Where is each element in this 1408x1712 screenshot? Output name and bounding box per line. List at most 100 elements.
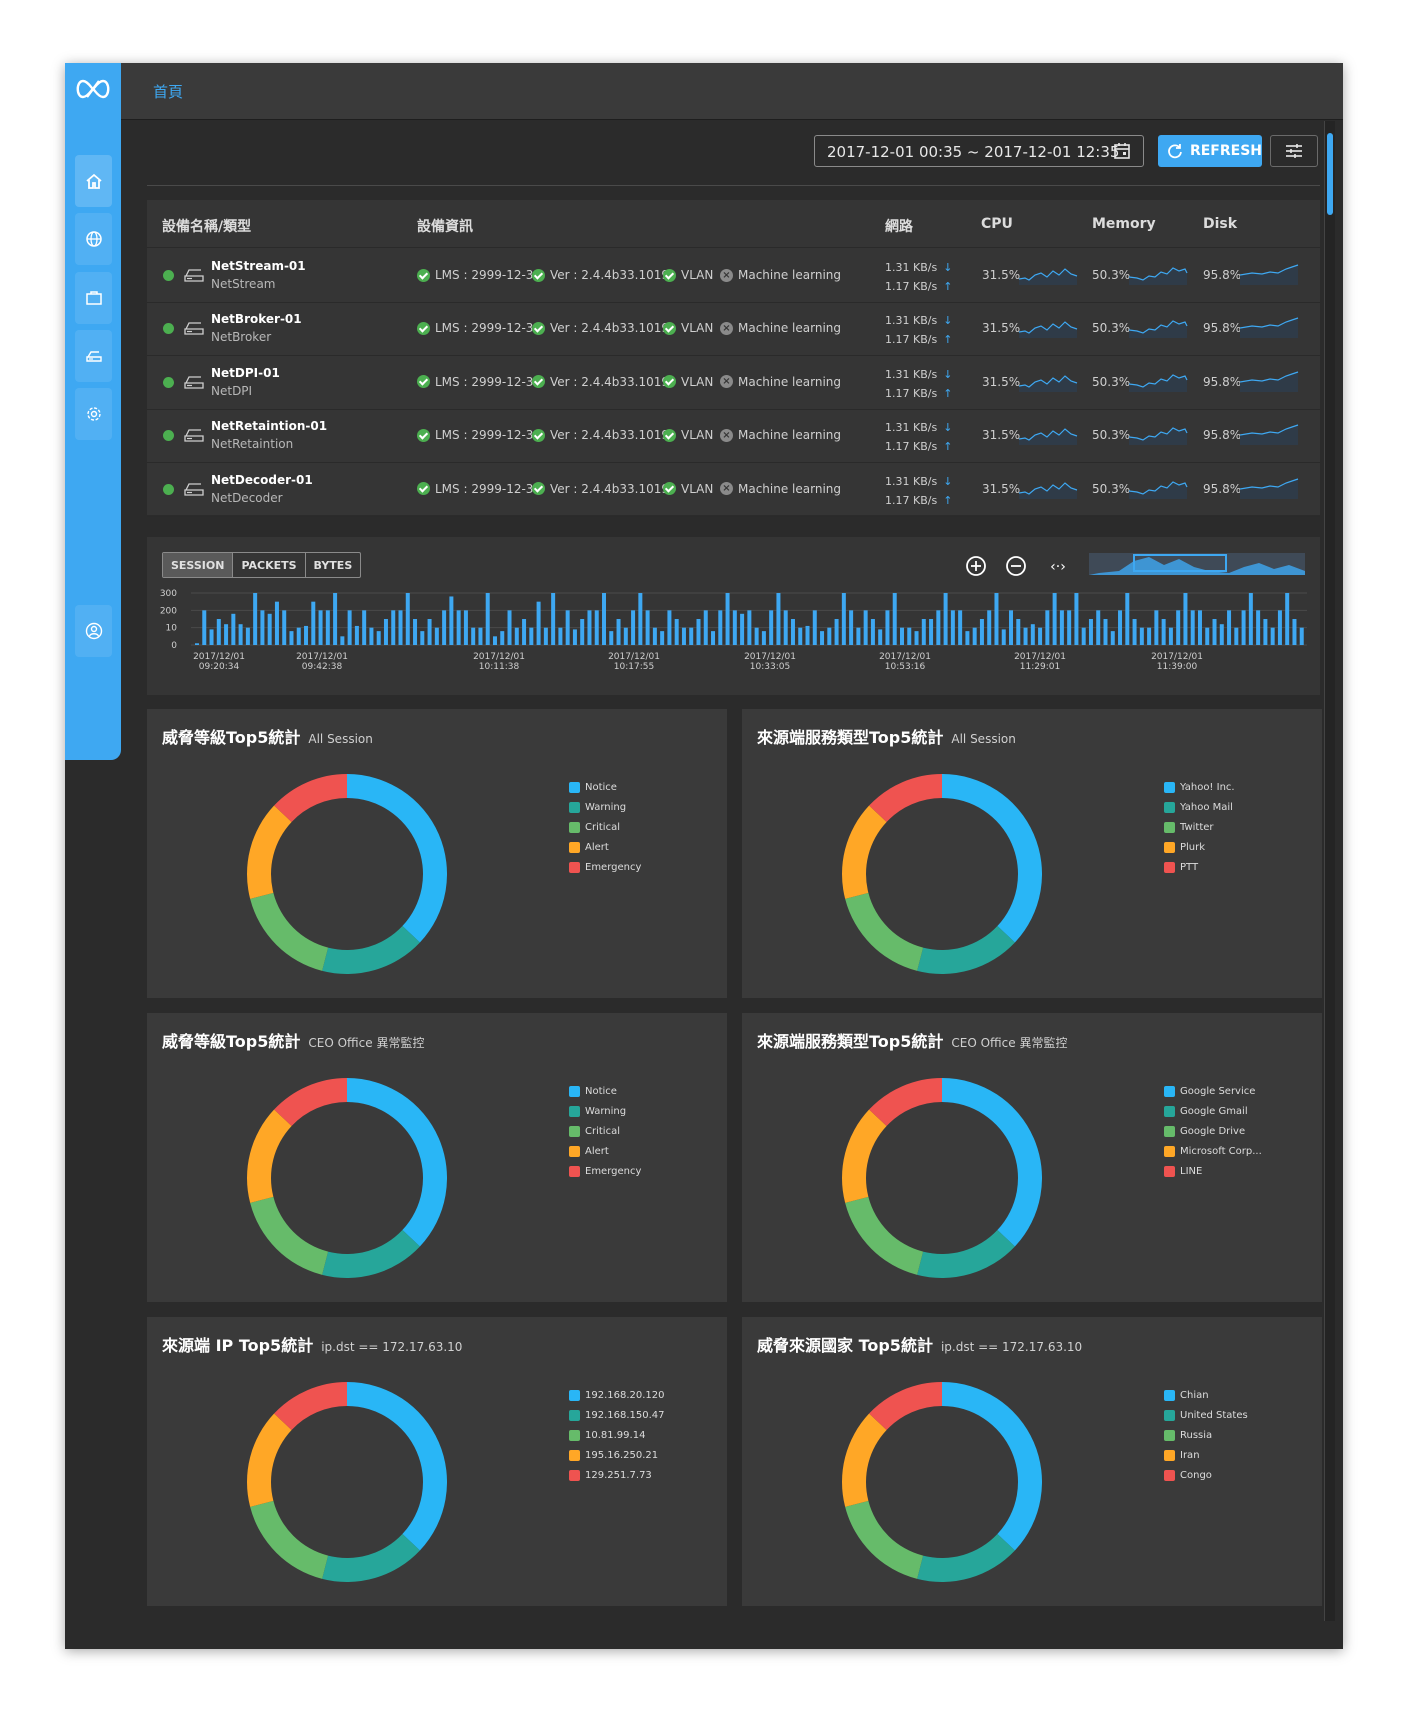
- legend-item[interactable]: Critical: [569, 1121, 641, 1141]
- donut-slice[interactable]: [942, 774, 1042, 943]
- session-bar[interactable]: [812, 610, 817, 645]
- session-bar[interactable]: [602, 593, 607, 645]
- session-bar[interactable]: [1059, 610, 1064, 645]
- tab-bytes[interactable]: BYTES: [306, 553, 361, 577]
- session-bar[interactable]: [1132, 619, 1137, 645]
- session-bar[interactable]: [522, 619, 527, 645]
- col-header-name[interactable]: 設備名稱/類型: [162, 216, 251, 236]
- session-bar[interactable]: [878, 629, 883, 645]
- session-bar[interactable]: [558, 627, 563, 645]
- nav-briefcase[interactable]: [75, 272, 112, 324]
- legend-item[interactable]: Yahoo! Inc.: [1164, 777, 1235, 797]
- session-bar[interactable]: [790, 619, 795, 645]
- session-bar[interactable]: [274, 601, 279, 645]
- device-row[interactable]: NetDPI-01 NetDPI LMS : 2999-12-31 Ver : 2.4…: [147, 355, 1320, 410]
- session-bar[interactable]: [609, 631, 614, 645]
- session-bar[interactable]: [565, 610, 570, 645]
- session-bar[interactable]: [950, 610, 955, 645]
- session-bar[interactable]: [1161, 619, 1166, 645]
- session-bar[interactable]: [478, 627, 483, 645]
- donut-slice[interactable]: [917, 926, 1015, 974]
- session-bar[interactable]: [587, 610, 592, 645]
- legend-item[interactable]: LINE: [1164, 1161, 1262, 1181]
- legend-item[interactable]: Critical: [569, 817, 641, 837]
- col-header-info[interactable]: 設備資訊: [417, 216, 473, 236]
- donut-slice[interactable]: [845, 1196, 924, 1275]
- zoom-in-icon[interactable]: [965, 555, 987, 577]
- session-bar[interactable]: [623, 627, 628, 645]
- donut-slice[interactable]: [842, 805, 887, 899]
- session-bar[interactable]: [783, 610, 788, 645]
- session-bar[interactable]: [1067, 610, 1072, 645]
- session-bar[interactable]: [463, 610, 468, 645]
- session-bar[interactable]: [958, 610, 963, 645]
- session-bar[interactable]: [732, 610, 737, 645]
- legend-item[interactable]: Russia: [1164, 1425, 1248, 1445]
- session-bar[interactable]: [1052, 593, 1057, 645]
- session-bar[interactable]: [449, 596, 454, 645]
- nav-globe[interactable]: [75, 213, 112, 265]
- overview-window-handle[interactable]: [1133, 554, 1227, 572]
- device-row[interactable]: NetBroker-01 NetBroker LMS : 2999-12-31 Ver…: [147, 301, 1320, 357]
- session-bar[interactable]: [1292, 619, 1297, 645]
- device-name[interactable]: NetStream-01: [211, 259, 306, 273]
- session-bar[interactable]: [304, 625, 309, 645]
- legend-item[interactable]: Alert: [569, 1141, 641, 1161]
- session-bar[interactable]: [413, 619, 418, 645]
- donut-slice[interactable]: [869, 1382, 942, 1430]
- legend-item[interactable]: Warning: [569, 797, 641, 817]
- donut-slice[interactable]: [247, 805, 292, 899]
- legend-item[interactable]: 192.168.150.47: [569, 1405, 665, 1425]
- session-bar[interactable]: [492, 636, 497, 645]
- session-bar[interactable]: [398, 610, 403, 645]
- session-bar[interactable]: [1030, 624, 1035, 645]
- fit-width-icon[interactable]: ‹·›: [1045, 555, 1071, 577]
- session-bar[interactable]: [572, 629, 577, 645]
- session-bar[interactable]: [289, 631, 294, 645]
- legend-item[interactable]: Notice: [569, 777, 641, 797]
- session-bar[interactable]: [667, 610, 672, 645]
- session-bar[interactable]: [347, 610, 352, 645]
- session-bar[interactable]: [703, 610, 708, 645]
- session-bar[interactable]: [1081, 627, 1086, 645]
- donut-slice[interactable]: [250, 1500, 329, 1579]
- session-bar[interactable]: [747, 610, 752, 645]
- device-row[interactable]: NetRetaintion-01 NetRetaintion LMS : 2999-…: [147, 408, 1320, 464]
- session-bar[interactable]: [369, 627, 374, 645]
- device-name[interactable]: NetRetaintion-01: [211, 419, 327, 433]
- session-bar[interactable]: [391, 610, 396, 645]
- session-bar[interactable]: [427, 619, 432, 645]
- donut-slice[interactable]: [347, 1078, 447, 1247]
- session-bar[interactable]: [820, 631, 825, 645]
- donut-slice[interactable]: [942, 1382, 1042, 1551]
- session-bar[interactable]: [1227, 610, 1232, 645]
- session-bar[interactable]: [325, 610, 330, 645]
- donut-slice[interactable]: [869, 1078, 942, 1126]
- donut-slice[interactable]: [845, 1500, 924, 1579]
- session-bar[interactable]: [645, 610, 650, 645]
- legend-item[interactable]: Emergency: [569, 1161, 641, 1181]
- session-bar[interactable]: [972, 627, 977, 645]
- session-bar[interactable]: [340, 636, 345, 645]
- session-bar[interactable]: [1299, 627, 1304, 645]
- session-bar[interactable]: [1263, 619, 1268, 645]
- session-bar[interactable]: [1009, 610, 1014, 645]
- session-bar[interactable]: [1147, 627, 1152, 645]
- donut-slice[interactable]: [322, 926, 420, 974]
- scrollbar[interactable]: [1324, 121, 1335, 1621]
- donut-slice[interactable]: [274, 1078, 347, 1126]
- session-bar[interactable]: [1248, 593, 1253, 645]
- col-header-network[interactable]: 網路: [885, 216, 913, 236]
- donut-slice[interactable]: [845, 892, 924, 971]
- session-bar[interactable]: [485, 593, 490, 645]
- session-bar[interactable]: [899, 627, 904, 645]
- session-bar[interactable]: [769, 610, 774, 645]
- donut-slice[interactable]: [347, 774, 447, 943]
- session-bar[interactable]: [318, 610, 323, 645]
- session-bar[interactable]: [805, 625, 810, 645]
- legend-item[interactable]: Microsoft Corp...: [1164, 1141, 1262, 1161]
- session-bar[interactable]: [725, 593, 730, 645]
- session-bar[interactable]: [536, 601, 541, 645]
- session-bar[interactable]: [681, 627, 686, 645]
- session-bar[interactable]: [987, 610, 992, 645]
